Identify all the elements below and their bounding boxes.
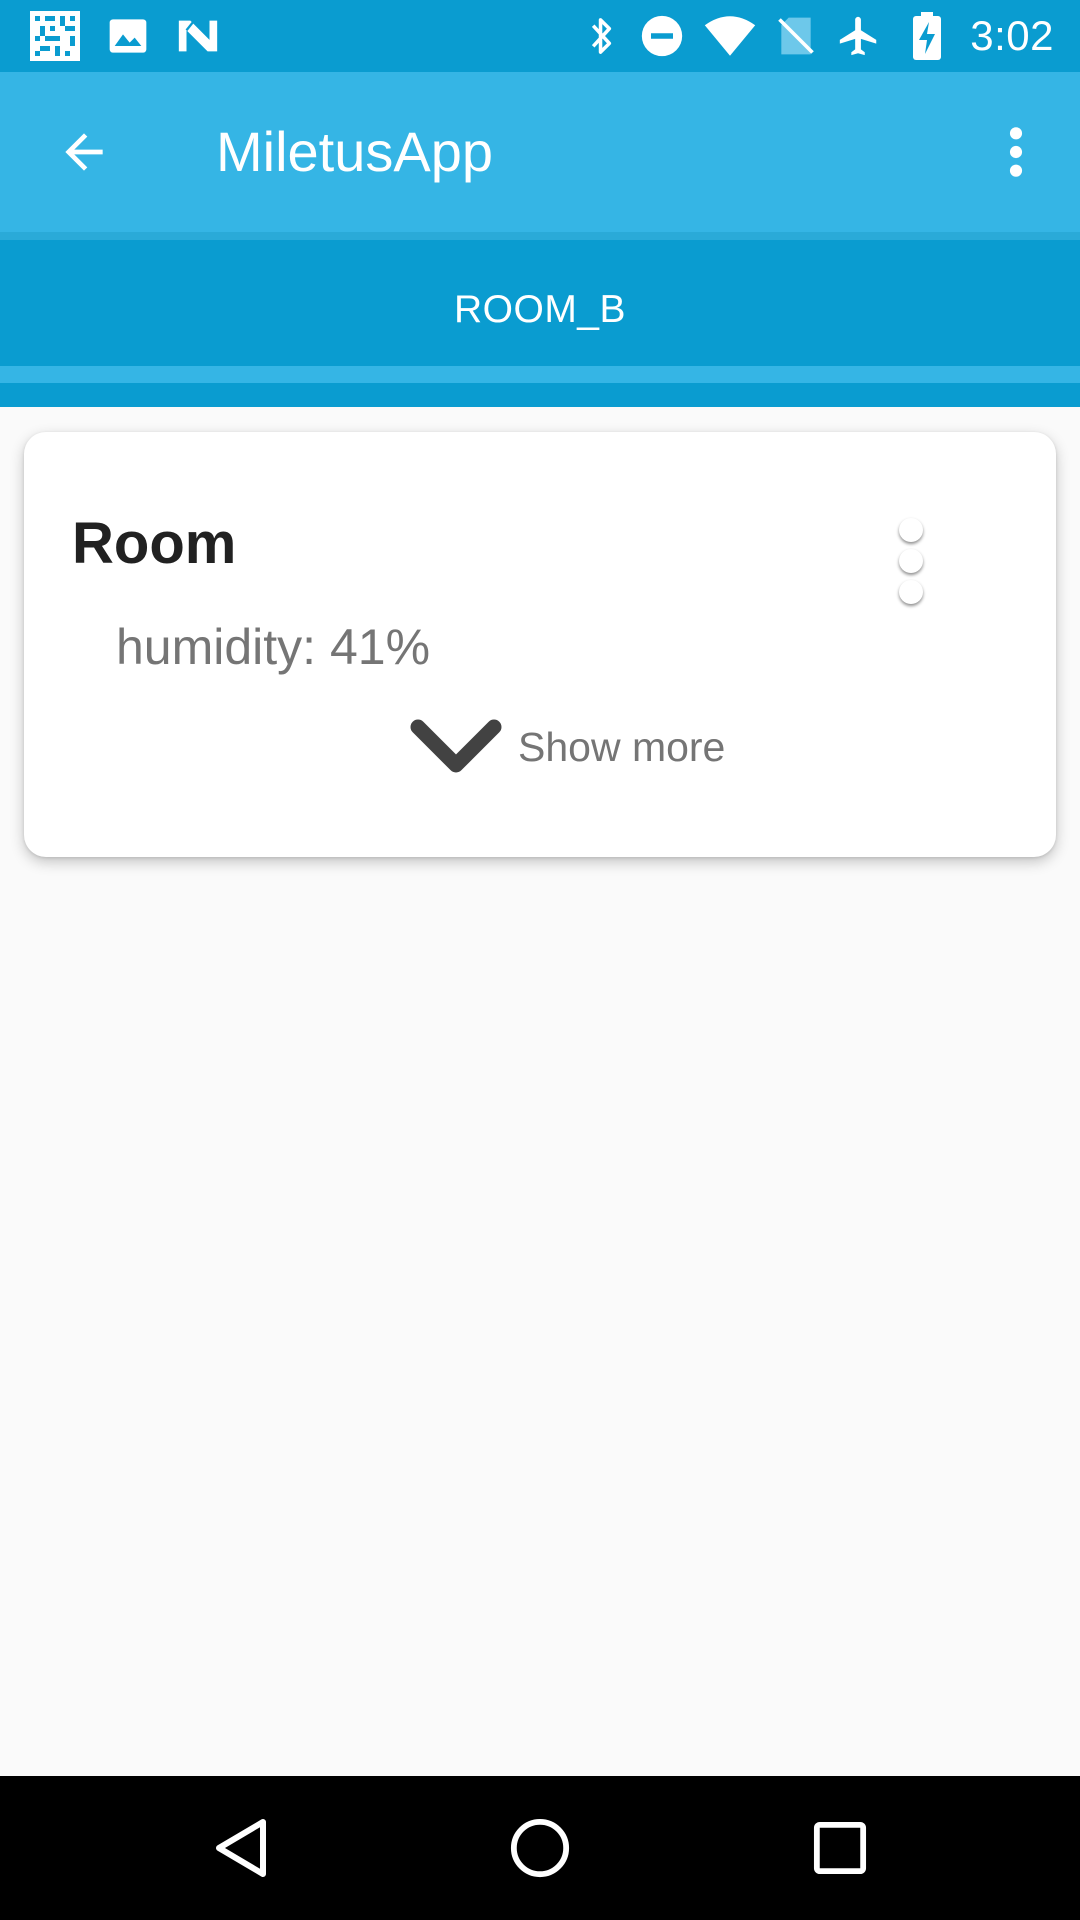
show-more-label: Show more: [518, 723, 726, 770]
more-vert-icon: [1009, 127, 1023, 177]
tab-label: ROOM_B: [453, 288, 627, 331]
tab-bar-divider: [0, 232, 1080, 240]
humidity-value: humidity: 41%: [116, 619, 431, 675]
n-logo-icon: [172, 0, 224, 72]
do-not-disturb-icon: [638, 0, 686, 72]
recents-square-icon: [813, 1821, 867, 1875]
app-bar: MiletusApp: [0, 72, 1080, 232]
airplane-icon: [834, 0, 884, 72]
no-sim-icon: [774, 0, 818, 72]
card-menu-button[interactable]: [890, 518, 934, 614]
menu-dot: [899, 518, 923, 542]
menu-dot: [899, 549, 923, 573]
card-title: Room: [72, 511, 237, 576]
image-icon: [104, 0, 152, 72]
overflow-menu-button[interactable]: [986, 114, 1046, 190]
qr-code-icon: [28, 0, 82, 72]
home-circle-icon: [510, 1818, 570, 1878]
room-card[interactable]: Room humidity: 41% Show more: [24, 432, 1056, 857]
menu-dot: [899, 580, 923, 604]
status-bar: 3:02: [0, 0, 1080, 72]
tab-bar: ROOM_B: [0, 232, 1080, 407]
bluetooth-icon: [584, 0, 620, 72]
arrow-back-icon: [65, 133, 103, 171]
show-more-button[interactable]: Show more: [410, 712, 725, 782]
nav-home-button[interactable]: [470, 1776, 610, 1920]
chevron-down-icon: [410, 719, 502, 773]
wifi-icon: [702, 0, 758, 72]
nav-recents-button[interactable]: [770, 1776, 910, 1920]
tab-room-b[interactable]: ROOM_B: [0, 240, 1080, 380]
battery-charging-icon: [908, 0, 946, 72]
tab-indicator: [0, 366, 1080, 383]
back-button[interactable]: [46, 114, 122, 190]
app-title: MiletusApp: [216, 120, 494, 183]
status-time: 3:02: [970, 12, 1054, 59]
nav-back-button[interactable]: [171, 1776, 311, 1920]
back-triangle-icon: [216, 1819, 266, 1877]
navigation-bar: [0, 1776, 1080, 1920]
